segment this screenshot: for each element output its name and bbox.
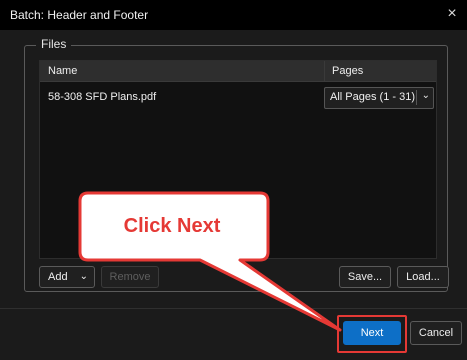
batch-header-footer-dialog: Batch: Header and Footer × Files Name Pa… [0,0,467,360]
callout-annotation [78,191,342,332]
callout-text: Click Next [123,215,221,237]
callout-bubble [78,191,342,332]
